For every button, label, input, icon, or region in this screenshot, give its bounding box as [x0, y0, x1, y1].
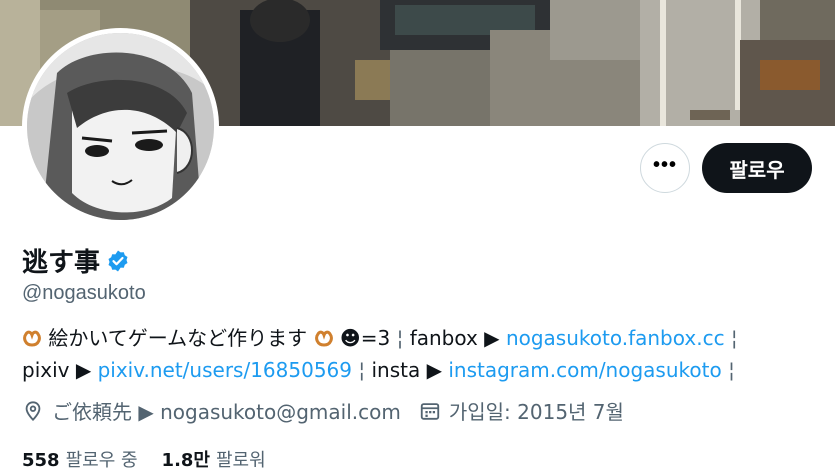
following-count: 558 — [22, 450, 60, 471]
pixiv-label: pixiv ▶ — [22, 358, 92, 382]
bio-emoticon: ☻=3 — [339, 326, 391, 350]
bio-line-2: pixiv ▶ pixiv.net/users/16850569 ¦ insta… — [22, 354, 822, 386]
joined-item: 가입일: 2015년 7월 — [419, 396, 624, 425]
bio-separator: ¦ — [396, 326, 404, 350]
followers-stat[interactable]: 1.8만 팔로워 — [162, 446, 266, 472]
instagram-link[interactable]: instagram.com/nogasukoto — [448, 358, 721, 382]
follow-button[interactable]: 팔로우 — [702, 143, 812, 193]
pixiv-link[interactable]: pixiv.net/users/16850569 — [98, 358, 352, 382]
pretzel-emoji-icon — [23, 330, 41, 347]
profile-meta: ご依頼先 ▶ nogasukoto@gmail.com 가입일: 2015년 7… — [22, 396, 642, 425]
avatar-image — [27, 33, 214, 220]
verified-badge-icon[interactable] — [106, 249, 130, 273]
location-text: ご依頼先 ▶ nogasukoto@gmail.com — [52, 400, 401, 424]
location-pin-icon — [25, 400, 41, 421]
location-item: ご依頼先 ▶ nogasukoto@gmail.com — [22, 396, 401, 425]
followers-label: 팔로워 — [216, 450, 266, 471]
pretzel-emoji-icon — [314, 330, 333, 347]
more-options-button[interactable]: ••• — [640, 143, 690, 193]
bio-text: 絵かいてゲームなど作ります — [48, 326, 308, 350]
calendar-icon — [420, 402, 440, 420]
fanbox-label: fanbox ▶ — [409, 326, 500, 350]
bio-line-1: 絵かいてゲームなど作ります ☻=3 ¦ fanbox ▶ nogasukoto.… — [22, 322, 822, 354]
bio-separator: ¦ — [728, 358, 735, 382]
following-label: 팔로우 중 — [65, 450, 138, 471]
insta-label: insta ▶ — [371, 358, 442, 382]
display-name: 逃す事 — [22, 248, 101, 278]
followers-count: 1.8만 — [161, 450, 210, 471]
profile-avatar[interactable] — [22, 28, 219, 225]
bio-separator: ¦ — [730, 326, 738, 350]
fanbox-link[interactable]: nogasukoto.fanbox.cc — [506, 326, 725, 350]
bio-separator: ¦ — [358, 358, 366, 382]
follow-stats: 558 팔로우 중 1.8만 팔로워 — [22, 446, 266, 472]
user-handle: @nogasukoto — [22, 282, 146, 304]
name-row: 逃す事 — [22, 242, 130, 279]
following-stat[interactable]: 558 팔로우 중 — [22, 446, 138, 472]
more-horizontal-icon: ••• — [652, 154, 677, 176]
joined-date: 가입일: 2015년 7월 — [448, 400, 624, 424]
profile-bio: 絵かいてゲームなど作ります ☻=3 ¦ fanbox ▶ nogasukoto.… — [22, 322, 822, 386]
